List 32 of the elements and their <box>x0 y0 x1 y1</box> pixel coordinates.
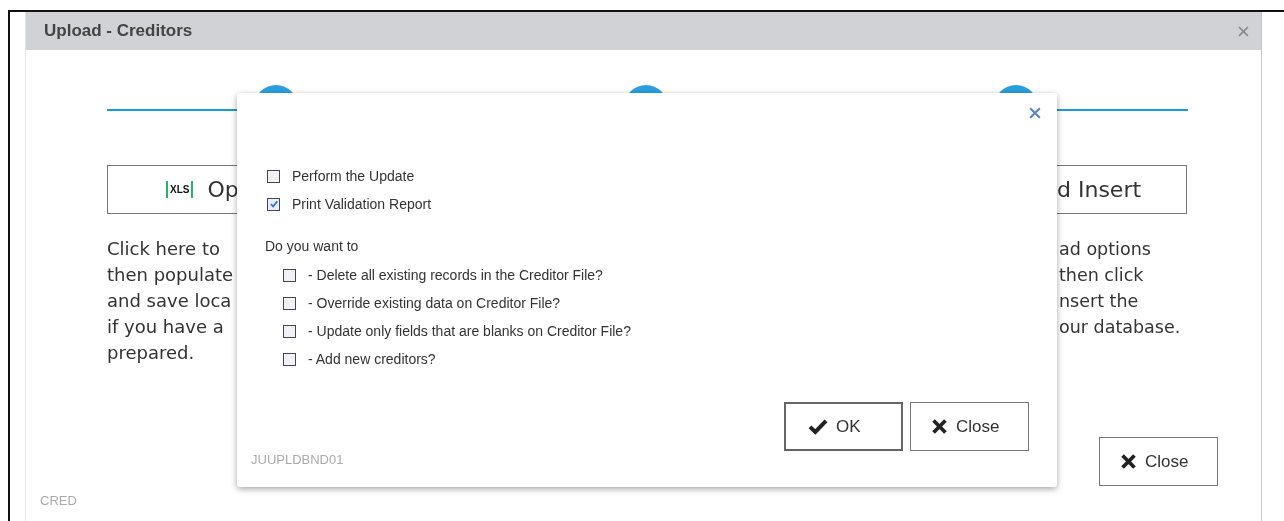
checkbox-label: - Override existing data on Creditor File? <box>308 295 561 311</box>
checkbox-label: Perform the Update <box>292 168 415 184</box>
description-text: prepared. <box>107 341 196 365</box>
close-icon[interactable] <box>1029 107 1041 119</box>
checkbox[interactable] <box>283 296 296 310</box>
screen-code: CRED <box>40 493 78 508</box>
checkbox[interactable] <box>283 268 296 282</box>
close-button[interactable]: Close <box>1099 437 1218 486</box>
checkbox[interactable] <box>283 352 296 366</box>
description-text: ad options <box>1059 238 1152 261</box>
close-button[interactable]: Close <box>910 402 1029 451</box>
checkbox-label: Print Validation Report <box>292 196 432 212</box>
close-icon <box>931 418 948 435</box>
ok-button[interactable]: OK <box>784 402 903 451</box>
description-text: then click <box>1059 264 1145 287</box>
description-text: if you have a <box>107 315 225 339</box>
description-text: nsert the <box>1059 290 1140 313</box>
close-icon <box>1120 453 1137 470</box>
description-text: then populate <box>107 263 235 287</box>
checkbox[interactable] <box>267 169 280 183</box>
checkbox-label: - Add new creditors? <box>308 351 436 367</box>
question-text: Do you want to <box>265 238 360 254</box>
description-text: and save loca <box>107 289 233 313</box>
checkbox-label: - Delete all existing records in the Creditor File? <box>308 267 603 283</box>
checkbox-label: - Update only fields that are blanks on Creditor File? <box>308 323 631 339</box>
checkbox[interactable] <box>283 324 296 338</box>
window-title: Upload - Creditors <box>44 21 193 41</box>
description-text: our database. <box>1059 316 1182 339</box>
description-text: Click here to <box>107 237 221 261</box>
check-icon <box>808 418 828 435</box>
screen-code: JUUPLDBND01 <box>251 452 344 467</box>
checkbox[interactable] <box>267 197 280 211</box>
